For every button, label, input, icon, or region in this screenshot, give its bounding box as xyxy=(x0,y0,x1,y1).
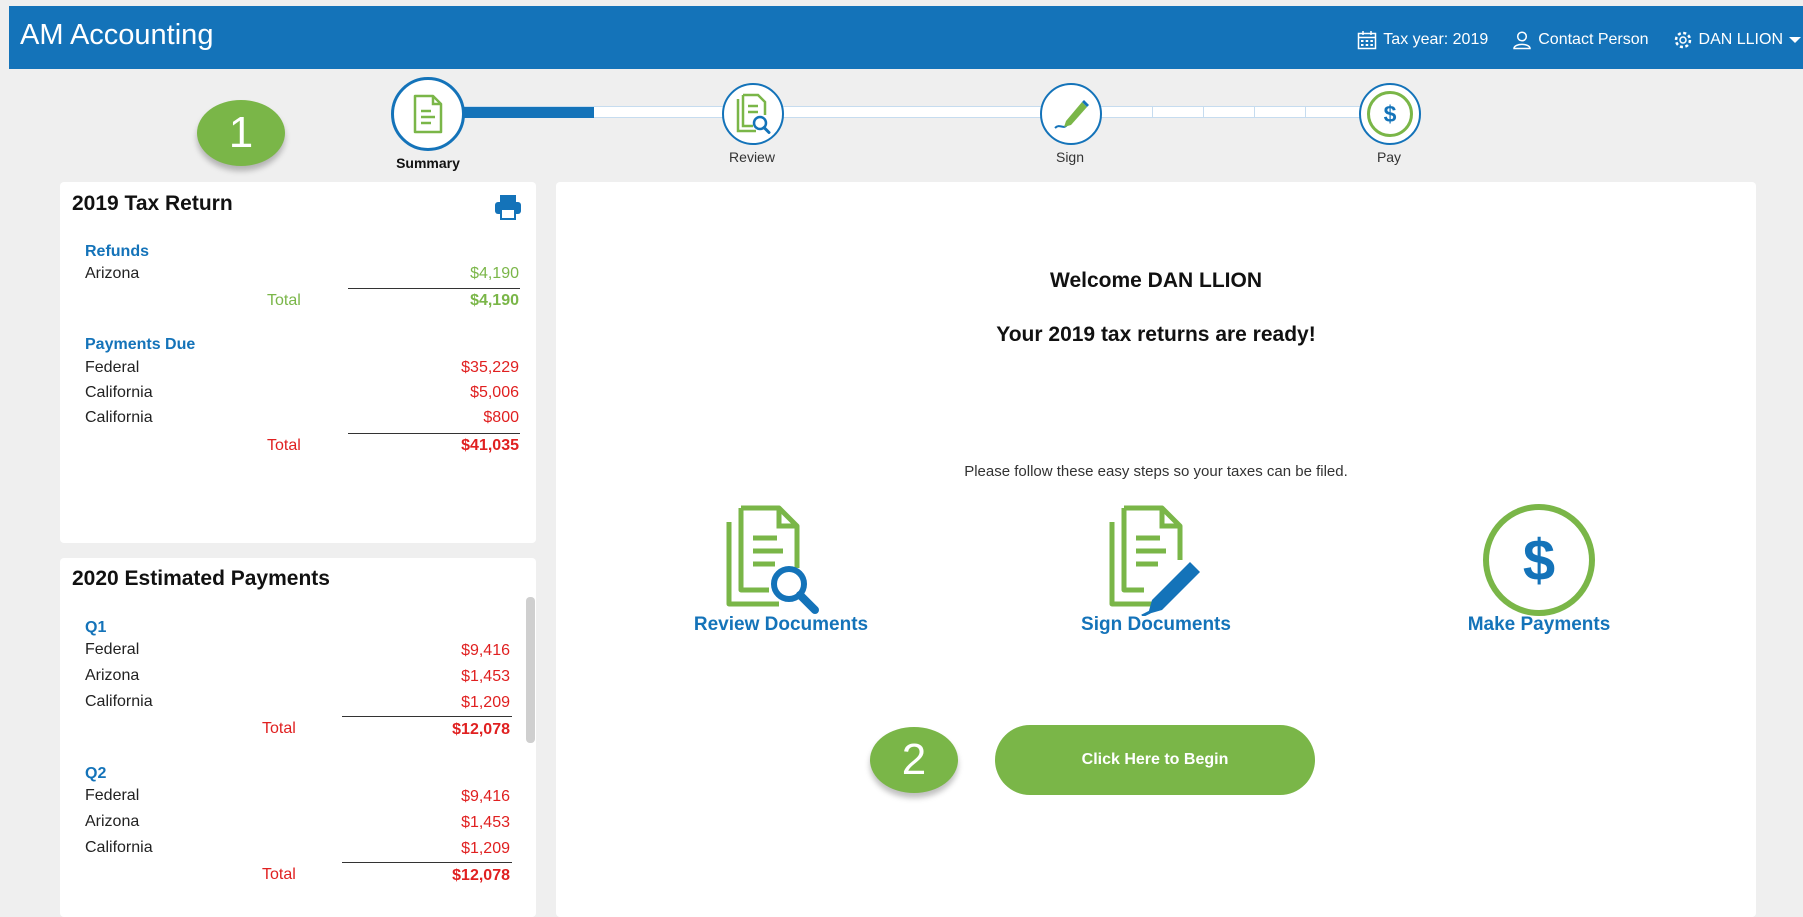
quarter-row-label: Arizona xyxy=(85,813,140,830)
tax-year-label: Tax year: 2019 xyxy=(1383,31,1489,48)
quarter-row-value: $1,209 xyxy=(461,694,510,711)
quarter-row-label: Federal xyxy=(85,641,140,658)
step-summary[interactable] xyxy=(391,77,465,151)
quarter-row-value: $1,453 xyxy=(461,814,510,831)
contact-person-label: Contact Person xyxy=(1538,31,1649,48)
progress-fill xyxy=(462,107,594,118)
refund-row-label: Arizona xyxy=(85,265,140,282)
refund-row-value: $4,190 xyxy=(470,265,519,282)
step-review[interactable] xyxy=(722,83,784,145)
instructions-text: Please follow these easy steps so your t… xyxy=(964,463,1348,480)
make-payments-action[interactable]: $ Make Payments xyxy=(1409,504,1669,644)
step-sign[interactable] xyxy=(1040,83,1102,145)
print-icon[interactable] xyxy=(494,194,522,220)
review-documents-label: Review Documents xyxy=(693,614,869,635)
app-title: AM Accounting xyxy=(20,19,214,51)
sign-pen-icon xyxy=(1054,100,1089,129)
callout-badge-2: 2 xyxy=(870,727,958,793)
dollar-icon: $ xyxy=(1522,527,1556,593)
payment-row-label: Federal xyxy=(85,359,140,376)
begin-button[interactable]: Click Here to Begin xyxy=(995,725,1315,795)
quarter-total-value: $12,078 xyxy=(452,721,510,738)
sign-documents-label: Sign Documents xyxy=(1081,614,1231,635)
progress-track xyxy=(462,106,1368,118)
document-icon xyxy=(413,94,443,134)
estimated-scrollbar[interactable] xyxy=(526,597,535,743)
header-actions: Tax year: 2019 Contact Person DAN LLION xyxy=(1333,30,1803,50)
user-name: DAN LLION xyxy=(1698,31,1783,48)
refunds-heading: Refunds xyxy=(85,243,149,260)
tax-return-title: 2019 Tax Return xyxy=(72,192,233,215)
quarter-row-value: $1,209 xyxy=(461,840,510,857)
welcome-heading: Welcome DAN LLION xyxy=(1050,269,1262,292)
quarter-total-label: Total xyxy=(262,720,296,737)
quarter-row-value: $9,416 xyxy=(461,788,510,805)
quarter-row-label: Federal xyxy=(85,787,140,804)
app-frame: AM Accounting Tax year: 2019 Contact Per… xyxy=(0,0,1803,917)
person-icon xyxy=(1513,31,1532,50)
estimated-payments-card: 2020 Estimated Payments Q1 Federal $9,41… xyxy=(60,558,536,917)
gear-icon xyxy=(1674,31,1691,49)
payments-due-total-value: $41,035 xyxy=(461,437,519,454)
payment-row-label: California xyxy=(85,409,153,426)
step-label-pay: Pay xyxy=(1376,149,1402,165)
user-menu[interactable]: DAN LLION xyxy=(1673,30,1803,50)
make-payments-label: Make Payments xyxy=(1467,614,1611,635)
calendar-icon xyxy=(1358,31,1377,50)
ready-heading: Your 2019 tax returns are ready! xyxy=(996,323,1316,346)
contact-person-link[interactable]: Contact Person xyxy=(1512,30,1649,50)
review-documents-action[interactable]: Review Documents xyxy=(651,504,911,644)
dollar-icon: $ xyxy=(1383,100,1397,127)
quarter-heading: Q2 xyxy=(85,765,107,782)
top-bar: AM Accounting Tax year: 2019 Contact Per… xyxy=(9,6,1803,69)
step-label-sign: Sign xyxy=(1055,149,1085,165)
payment-row-value: $800 xyxy=(483,409,519,426)
refunds-total-value: $4,190 xyxy=(470,292,519,309)
payment-row-label: California xyxy=(85,384,153,401)
tax-return-card: 2019 Tax Return Refunds Arizona $4,190 T… xyxy=(60,182,536,543)
sign-document-icon xyxy=(1109,505,1200,616)
quarter-row-value: $9,416 xyxy=(461,642,510,659)
step-label-review: Review xyxy=(729,149,775,165)
tax-year-selector[interactable]: Tax year: 2019 xyxy=(1357,30,1488,50)
review-document-icon xyxy=(726,505,819,614)
payment-row-value: $5,006 xyxy=(470,384,519,401)
estimated-payments-title: 2020 Estimated Payments xyxy=(72,567,330,590)
quarter-row-label: California xyxy=(85,693,153,710)
payments-due-total-label: Total xyxy=(267,437,301,454)
main-panel: Welcome DAN LLION Your 2019 tax returns … xyxy=(556,182,1756,917)
quarter-row-label: Arizona xyxy=(85,667,140,684)
review-document-icon xyxy=(736,93,771,134)
callout-badge-1: 1 xyxy=(197,100,285,166)
sign-documents-action[interactable]: Sign Documents xyxy=(1026,504,1286,644)
step-label-summary: Summary xyxy=(396,155,460,171)
payment-row-value: $35,229 xyxy=(461,359,519,376)
refunds-total-label: Total xyxy=(267,292,301,309)
quarter-total-label: Total xyxy=(262,866,296,883)
quarter-heading: Q1 xyxy=(85,619,107,636)
chevron-down-icon xyxy=(1789,37,1801,43)
quarter-total-value: $12,078 xyxy=(452,867,510,884)
quarter-row-value: $1,453 xyxy=(461,668,510,685)
step-pay[interactable]: $ xyxy=(1359,83,1421,145)
quarter-row-label: California xyxy=(85,839,153,856)
payments-due-heading: Payments Due xyxy=(85,336,196,353)
